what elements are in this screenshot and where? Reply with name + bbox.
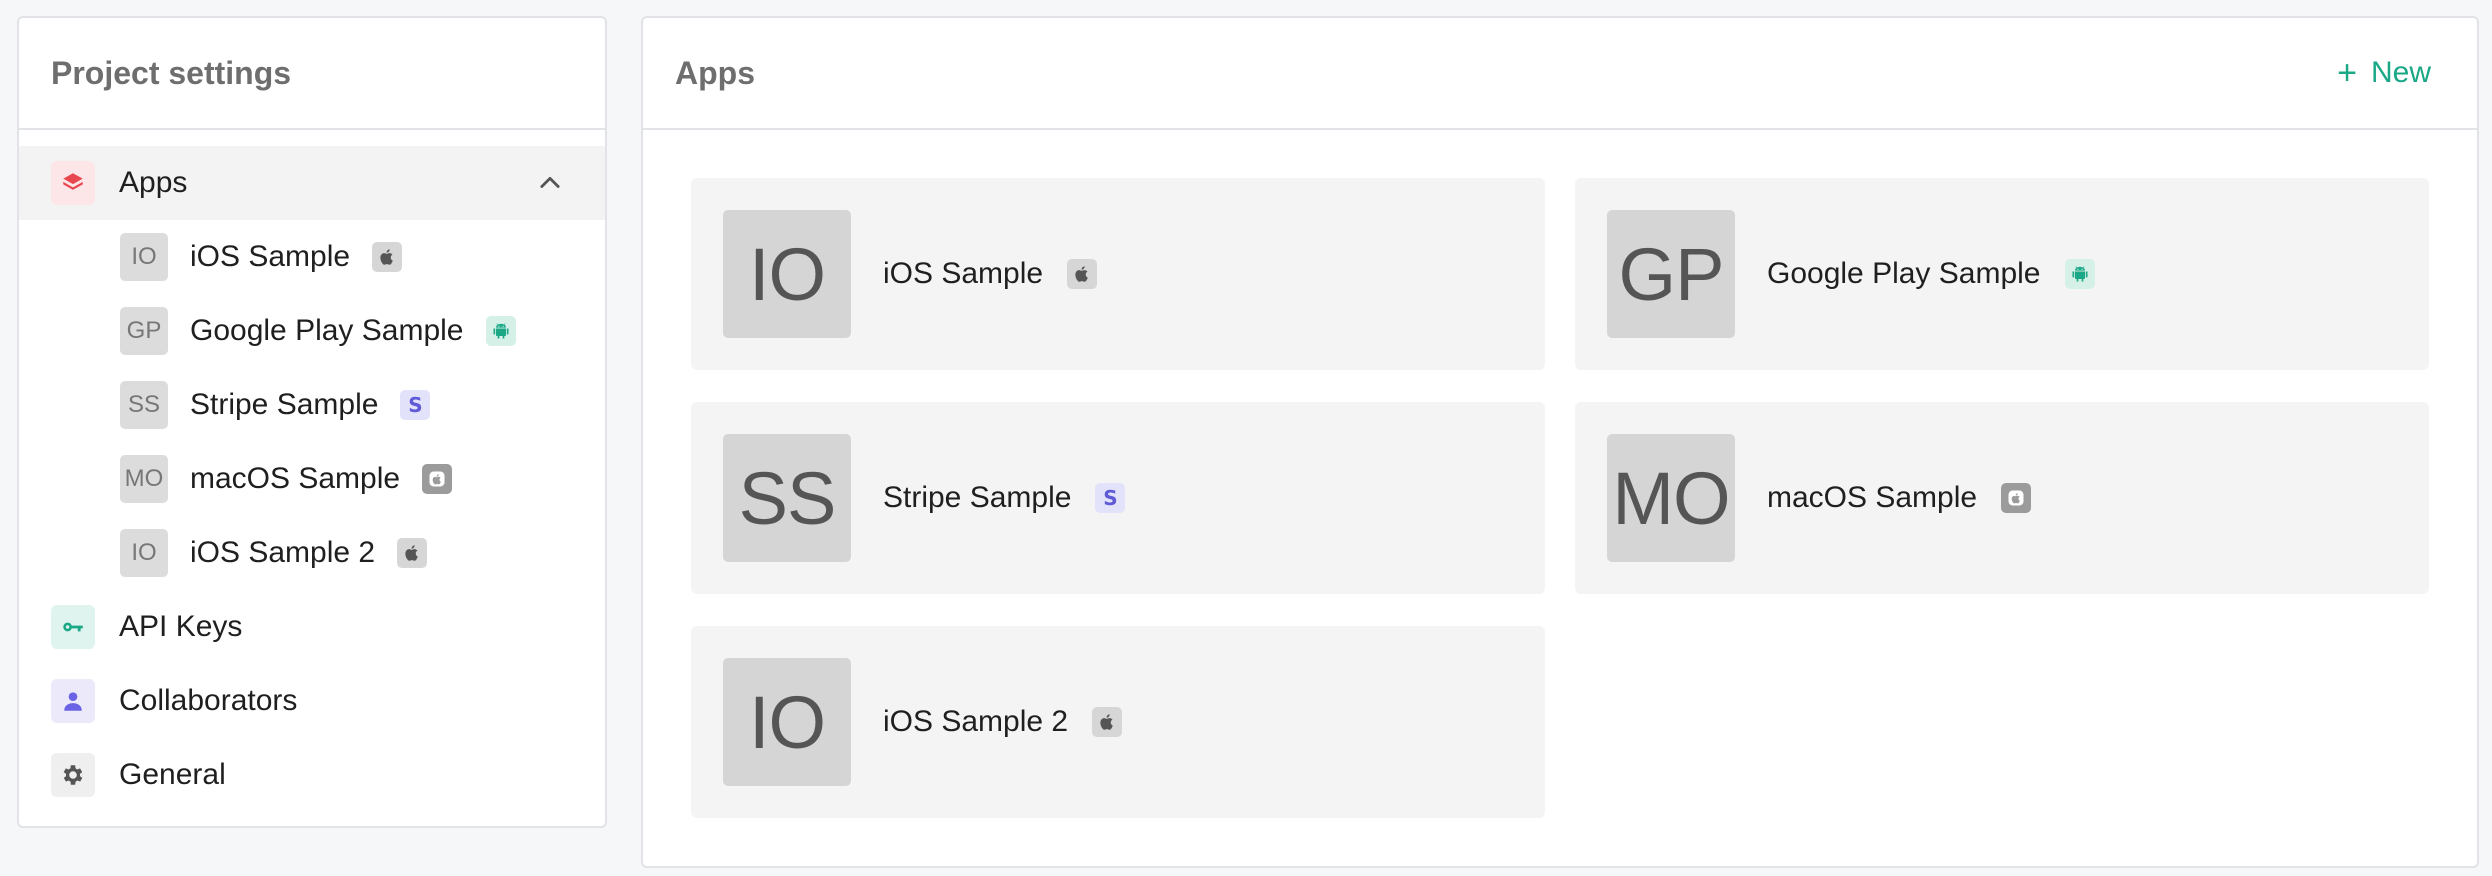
app-name: Stripe Sample	[883, 481, 1072, 514]
sidebar-item-api-keys[interactable]: API Keys	[19, 590, 605, 664]
project-settings-title: Project settings	[51, 54, 292, 91]
mac-icon	[2001, 483, 2032, 513]
apple-icon	[372, 242, 403, 272]
mac-icon	[422, 464, 453, 494]
key-icon	[51, 605, 95, 649]
apps-header: Apps + New	[643, 18, 2477, 130]
app-card-ios-sample-2[interactable]: IO iOS Sample 2	[691, 626, 1545, 818]
app-card-stripe-sample[interactable]: SS Stripe Sample S	[691, 402, 1545, 594]
app-card-google-play-sample[interactable]: GP Google Play Sample	[1575, 178, 2429, 370]
app-name: iOS Sample 2	[190, 536, 376, 569]
sidebar-item-collaborators[interactable]: Collaborators	[19, 664, 605, 738]
sidebar-item-label: Collaborators	[119, 684, 298, 717]
app-card-macos-sample[interactable]: MO macOS Sample	[1575, 402, 2429, 594]
avatar: MO	[1607, 434, 1735, 562]
avatar: IO	[723, 658, 851, 786]
page-title: Apps	[675, 54, 755, 91]
app-name: iOS Sample	[883, 257, 1044, 290]
plus-icon: +	[2337, 54, 2357, 92]
app-name: iOS Sample 2	[883, 705, 1069, 738]
stripe-icon: S	[400, 390, 431, 420]
sidebar-item-label: API Keys	[119, 610, 243, 643]
new-app-label: New	[2370, 56, 2431, 89]
avatar: IO	[723, 210, 851, 338]
sidebar-app-ios-sample-2[interactable]: IO iOS Sample 2	[19, 516, 605, 590]
layers-icon	[51, 161, 95, 205]
sidebar-app-stripe-sample[interactable]: SS Stripe Sample S	[19, 368, 605, 442]
person-icon	[51, 679, 95, 723]
apple-icon	[1067, 259, 1098, 289]
apps-grid: IO iOS Sample GP Google Play Sample SS S…	[691, 178, 2429, 818]
apps-panel: Apps + New IO iOS Sample GP Google Play …	[641, 16, 2479, 868]
avatar: MO	[120, 455, 168, 503]
sidebar-item-general[interactable]: General	[19, 738, 605, 812]
stripe-icon: S	[1095, 483, 1126, 513]
app-name: macOS Sample	[190, 462, 401, 495]
sidebar-app-ios-sample[interactable]: IO iOS Sample	[19, 220, 605, 294]
avatar: IO	[120, 233, 168, 281]
sidebar-app-google-play-sample[interactable]: GP Google Play Sample	[19, 294, 605, 368]
new-app-button[interactable]: + New	[2337, 56, 2431, 90]
app-name: Google Play Sample	[190, 314, 464, 347]
app-name: Stripe Sample	[190, 388, 379, 421]
sidebar-item-apps[interactable]: Apps	[19, 146, 605, 220]
chevron-up-icon[interactable]	[535, 168, 565, 198]
avatar: IO	[120, 529, 168, 577]
project-settings-header: Project settings	[19, 18, 605, 130]
android-icon	[485, 316, 516, 346]
avatar: GP	[120, 307, 168, 355]
avatar: GP	[1607, 210, 1735, 338]
android-icon	[2064, 259, 2095, 289]
gear-icon	[51, 753, 95, 797]
settings-nav: Apps IO iOS Sample GP Google Play Sample…	[19, 130, 605, 812]
apple-icon	[1092, 707, 1123, 737]
app-name: Google Play Sample	[1767, 257, 2041, 290]
sidebar-item-label: Apps	[119, 166, 188, 199]
app-card-ios-sample[interactable]: IO iOS Sample	[691, 178, 1545, 370]
app-name: macOS Sample	[1767, 481, 1978, 514]
sidebar-item-label: General	[119, 758, 226, 791]
avatar: SS	[723, 434, 851, 562]
sidebar-app-macos-sample[interactable]: MO macOS Sample	[19, 442, 605, 516]
app-name: iOS Sample	[190, 240, 351, 273]
avatar: SS	[120, 381, 168, 429]
apple-icon	[397, 538, 428, 568]
project-settings-panel: Project settings Apps IO iOS Sample GP G…	[17, 16, 607, 828]
